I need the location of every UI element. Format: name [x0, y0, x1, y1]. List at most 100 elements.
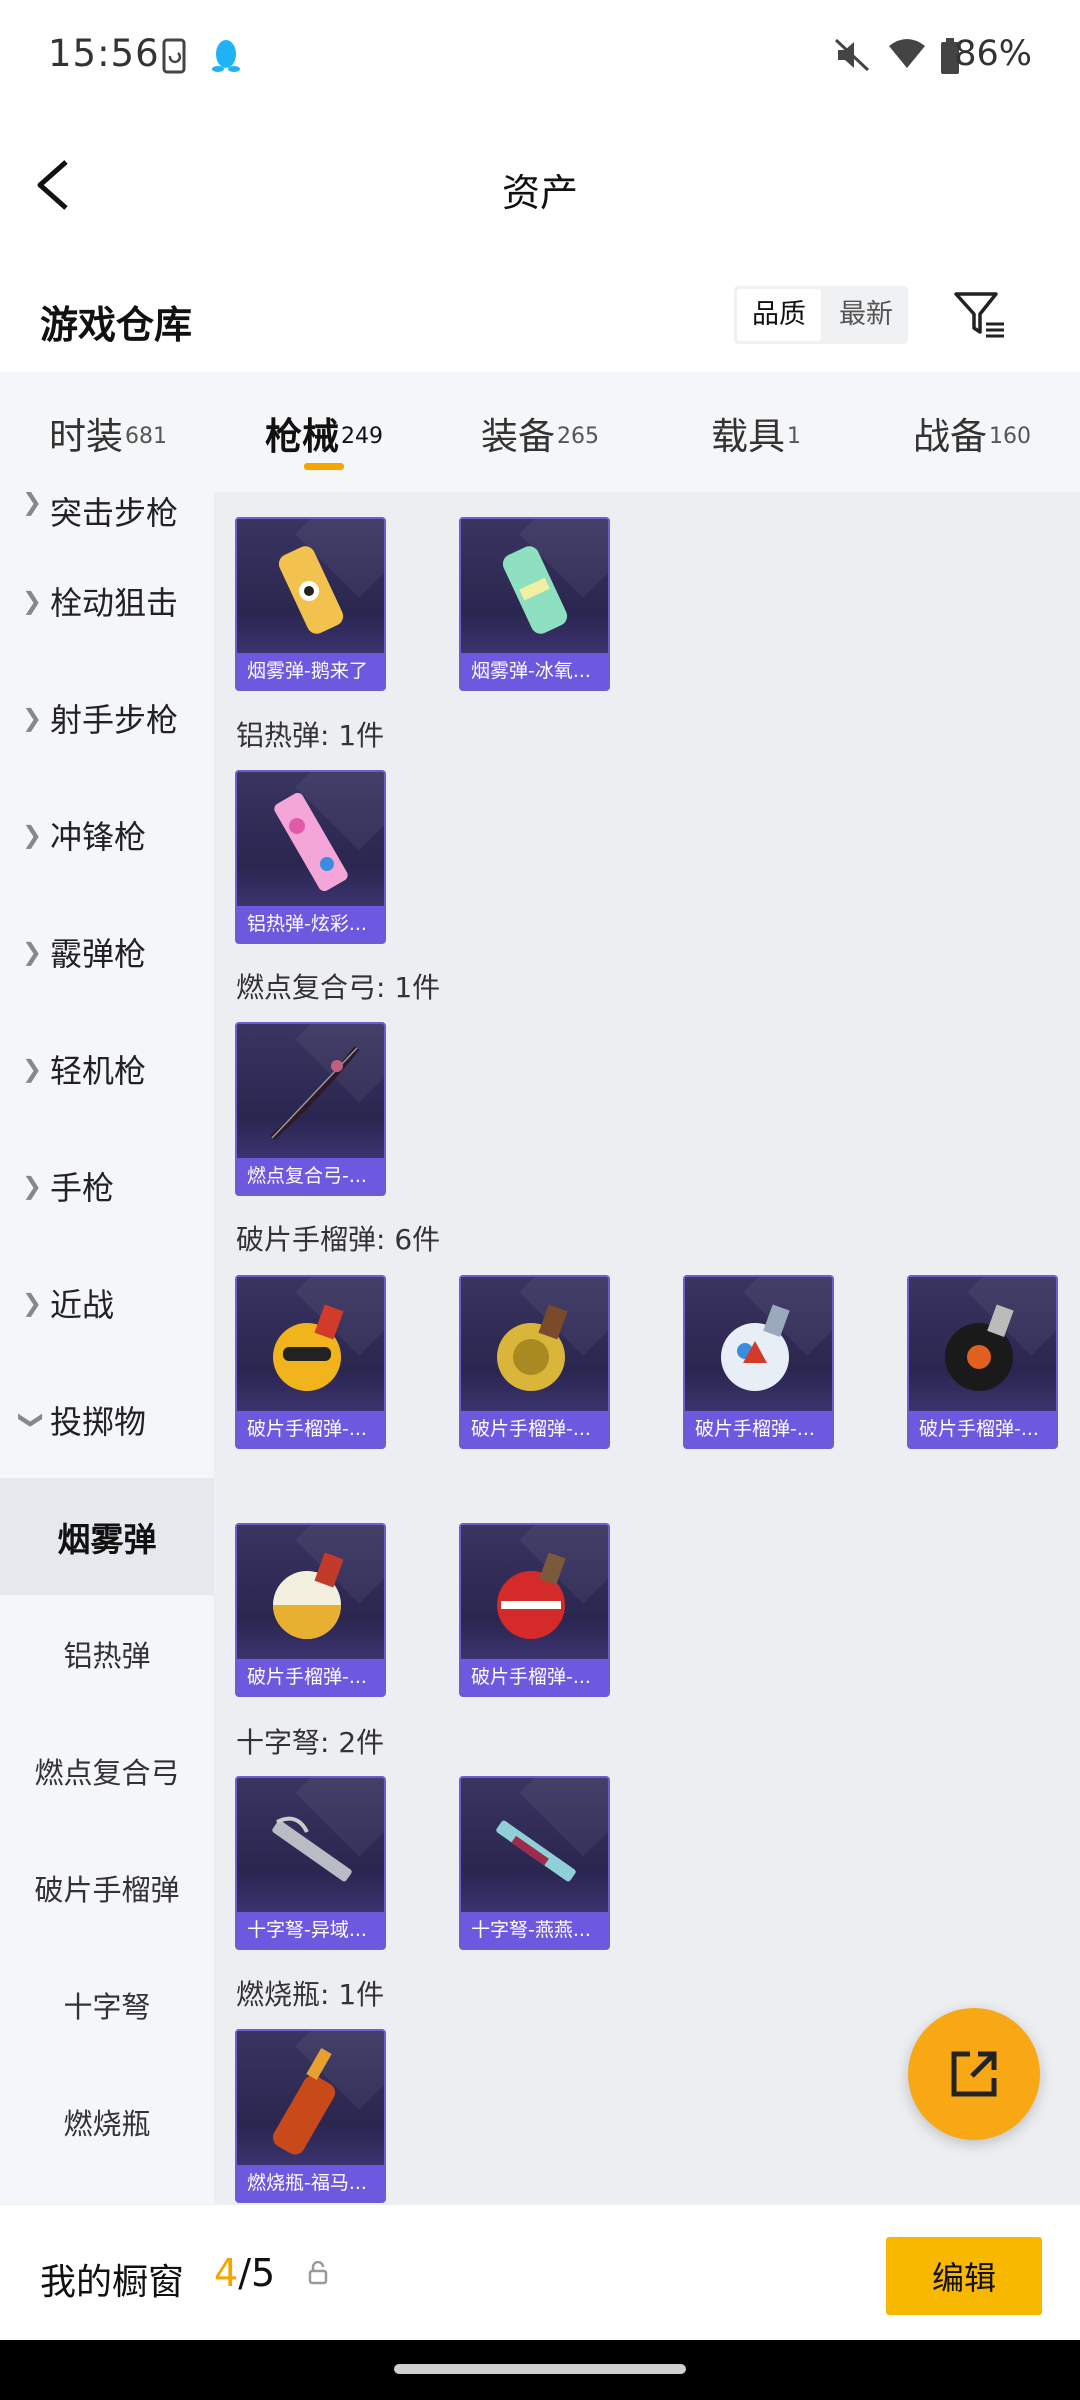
sidebar-item-label: 投掷物	[50, 1402, 147, 1441]
battery-percent: 86%	[954, 34, 1032, 74]
item-caption: 燃点复合弓-...	[237, 1158, 384, 1194]
item-grid: 烟雾弹-鹅来了 烟雾弹-冰氧... 铝热弹: 1件 铝热弹-炫彩... 燃点复合…	[214, 492, 1080, 2204]
tab-label: 载具	[711, 415, 785, 458]
sidebar-item-smg[interactable]: ❯ 冲锋枪	[0, 776, 214, 893]
home-gesture-pill[interactable]	[394, 2364, 686, 2374]
tab-count: 249	[341, 423, 383, 449]
sidebar-subitem-crossbow[interactable]: 十字弩	[0, 1946, 214, 2063]
item-caption: 十字弩-异域...	[237, 1912, 384, 1948]
chevron-right-icon: ❯	[22, 937, 43, 966]
sort-toggle: 品质 最新	[734, 286, 908, 344]
item-card[interactable]: 铝热弹-炫彩...	[235, 770, 386, 944]
sidebar-subitem-bow[interactable]: 燃点复合弓	[0, 1712, 214, 1829]
qq-penguin-icon	[210, 38, 242, 78]
section-header: 游戏仓库 品质 最新	[0, 260, 1080, 372]
chevron-down-icon: ❯	[18, 1409, 47, 1430]
item-caption: 铝热弹-炫彩...	[237, 906, 384, 942]
sidebar-subitem-frag[interactable]: 破片手榴弹	[0, 1829, 214, 1946]
system-nav-bar	[0, 2340, 1080, 2400]
tab-count: 265	[557, 423, 599, 449]
item-card[interactable]: 烟雾弹-冰氧...	[459, 517, 610, 691]
item-caption: 破片手榴弹-...	[237, 1659, 384, 1695]
item-card[interactable]: 破片手榴弹-...	[459, 1275, 610, 1449]
showcase-count: 4/5	[214, 2251, 275, 2295]
item-caption: 十字弩-燕燕...	[461, 1912, 608, 1948]
tab-gear[interactable]: 战备160	[864, 372, 1080, 492]
item-caption: 破片手榴弹-...	[237, 1411, 384, 1447]
sidebar-subitem-molotov[interactable]: 燃烧瓶	[0, 2063, 214, 2180]
chevron-right-icon: ❯	[22, 492, 43, 516]
sidebar-item-bolt-sniper[interactable]: ❯ 栓动狙击	[0, 542, 214, 659]
crossbow-image	[272, 1816, 352, 1882]
frag-grenade-image	[273, 1304, 344, 1391]
filter-list-icon[interactable]	[952, 286, 1008, 342]
showcase-current: 4	[214, 2251, 239, 2295]
group-label: 铝热弹: 1件	[236, 719, 385, 752]
item-card[interactable]: 十字弩-燕燕...	[459, 1776, 610, 1950]
title-bar: 资产	[0, 110, 1080, 260]
frag-grenade-image	[273, 1552, 344, 1639]
group-label: 燃烧瓶: 1件	[236, 1978, 385, 2011]
item-caption: 烟雾弹-冰氧...	[461, 653, 608, 689]
sort-newest[interactable]: 最新	[824, 286, 908, 344]
sidebar-item-label: 栓动狙击	[50, 583, 179, 622]
item-card[interactable]: 破片手榴弹-...	[683, 1275, 834, 1449]
group-label: 破片手榴弹: 6件	[236, 1223, 441, 1256]
page-title: 资产	[501, 171, 578, 215]
item-caption: 燃烧瓶-福马...	[237, 2165, 384, 2201]
sidebar-item-label: 冲锋枪	[50, 817, 147, 856]
tab-label: 枪械	[265, 415, 339, 458]
sort-quality[interactable]: 品质	[737, 289, 821, 341]
sidebar: ❯ 突击步枪 ❯ 栓动狙击 ❯ 射手步枪 ❯ 冲锋枪 ❯ 霰弹枪 ❯ 轻机枪 ❯ 手枪 ❯ 近战…	[0, 492, 214, 2204]
tab-guns[interactable]: 枪械249	[216, 372, 432, 492]
tab-count: 1	[787, 423, 801, 449]
sidebar-item-lmg[interactable]: ❯ 轻机枪	[0, 1010, 214, 1127]
chevron-right-icon: ❯	[22, 1171, 43, 1200]
tab-equipment[interactable]: 装备265	[432, 372, 648, 492]
item-card[interactable]: 破片手榴弹-...	[907, 1275, 1058, 1449]
item-card[interactable]: 破片手榴弹-...	[235, 1275, 386, 1449]
share-button[interactable]	[908, 2008, 1040, 2140]
tab-label: 装备	[481, 415, 555, 458]
tab-label: 战备	[913, 415, 987, 458]
item-card[interactable]: 燃点复合弓-...	[235, 1022, 386, 1196]
item-caption: 破片手榴弹-...	[685, 1411, 832, 1447]
showcase-bar: 我的橱窗 4/5 编辑	[0, 2204, 1080, 2340]
sidebar-item-label: 射手步枪	[50, 700, 179, 739]
tab-fashion[interactable]: 时装681	[0, 372, 216, 492]
smoke-grenade-image	[502, 546, 568, 634]
section-title: 游戏仓库	[40, 303, 193, 347]
sidebar-item-shotgun[interactable]: ❯ 霰弹枪	[0, 893, 214, 1010]
item-caption: 破片手榴弹-...	[909, 1411, 1056, 1447]
group-label: 十字弩: 2件	[236, 1726, 385, 1759]
mute-icon	[834, 38, 870, 76]
item-card[interactable]: 破片手榴弹-...	[459, 1523, 610, 1697]
group-label: 燃点复合弓: 1件	[236, 971, 441, 1004]
sidebar-item-pistol[interactable]: ❯ 手枪	[0, 1127, 214, 1244]
chevron-right-icon: ❯	[22, 820, 43, 849]
sidebar-subitem-thermite[interactable]: 铝热弹	[0, 1595, 214, 1712]
smoke-grenade-image	[278, 546, 344, 634]
item-caption: 烟雾弹-鹅来了	[237, 653, 384, 689]
sidebar-item-label: 霰弹枪	[50, 934, 147, 973]
share-external-icon	[951, 2051, 997, 2097]
status-time: 15:56	[48, 32, 160, 75]
tab-vehicles[interactable]: 载具1	[648, 372, 864, 492]
item-card[interactable]: 燃烧瓶-福马...	[235, 2029, 386, 2203]
edit-button[interactable]: 编辑	[886, 2237, 1042, 2315]
sidebar-item-throwables[interactable]: ❯ 投掷物	[0, 1361, 214, 1478]
item-card[interactable]: 破片手榴弹-...	[235, 1523, 386, 1697]
sidebar-item-label: 手枪	[50, 1168, 115, 1207]
sidebar-item-label: 近战	[50, 1285, 115, 1324]
sidebar-item-marksman-rifle[interactable]: ❯ 射手步枪	[0, 659, 214, 776]
sidebar-item-assault-rifle[interactable]: ❯ 突击步枪	[0, 492, 214, 542]
sidebar-item-melee[interactable]: ❯ 近战	[0, 1244, 214, 1361]
tab-active-indicator	[304, 463, 344, 470]
tab-label: 时装	[49, 415, 123, 458]
phone-rotate-icon	[160, 38, 190, 80]
item-card[interactable]: 十字弩-异域...	[235, 1776, 386, 1950]
item-card[interactable]: 烟雾弹-鹅来了	[235, 517, 386, 691]
frag-grenade-image	[497, 1304, 568, 1391]
sidebar-subitem-smoke[interactable]: 烟雾弹	[0, 1478, 214, 1595]
crossbow-image	[496, 1820, 576, 1882]
